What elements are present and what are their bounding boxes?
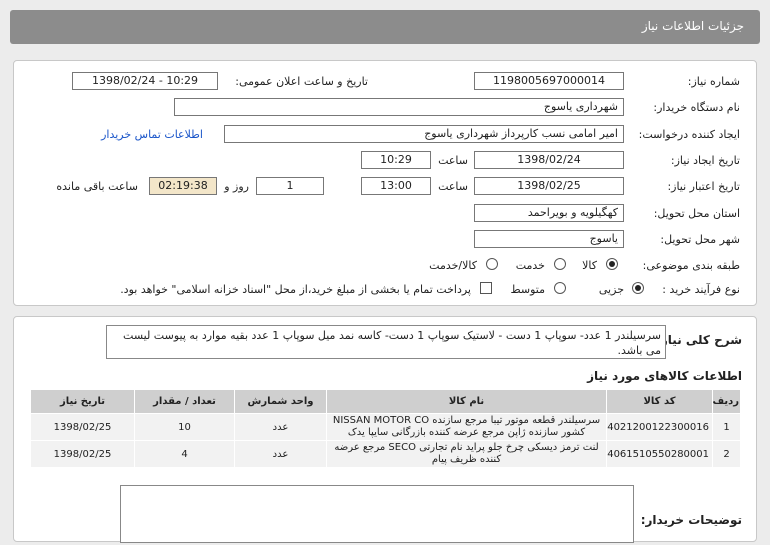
col-qty: تعداد / مقدار bbox=[134, 389, 235, 414]
summary-label: شرح کلی نیاز: bbox=[656, 333, 742, 347]
province-label: استان محل تحویل: bbox=[653, 207, 740, 220]
need-info-panel: شماره نیاز: 1198005697000014 تاریخ و ساع… bbox=[13, 60, 757, 306]
cell-unit: عدد bbox=[234, 440, 327, 468]
process-radio-minor[interactable] bbox=[632, 282, 644, 294]
col-row: ردیف bbox=[712, 389, 741, 414]
page-header: جزئیات اطلاعات نیاز bbox=[10, 10, 760, 44]
treasury-payment-checkbox[interactable] bbox=[480, 282, 492, 294]
created-time-field: 10:29 bbox=[361, 151, 431, 169]
cell-unit: عدد bbox=[234, 413, 327, 441]
goods-section-title: اطلاعات کالاهای مورد نیاز bbox=[587, 369, 742, 383]
col-name: نام کالا bbox=[326, 389, 607, 414]
page-title: جزئیات اطلاعات نیاز bbox=[641, 19, 744, 33]
category-option-service: خدمت bbox=[515, 259, 545, 272]
remaining-time-field: 02:19:38 bbox=[149, 177, 217, 195]
buyer-contact-link[interactable]: اطلاعات تماس خریدار bbox=[101, 128, 203, 141]
table-row: 2 4061510550280001 لنت ترمز دیسکی چرخ جل… bbox=[30, 440, 741, 468]
cell-code: 4021200122300016 bbox=[606, 413, 713, 441]
category-option-goods: کالا bbox=[582, 259, 597, 272]
validity-time-label: ساعت bbox=[438, 180, 468, 193]
validity-time-field: 13:00 bbox=[361, 177, 431, 195]
announce-field: 1398/02/24 - 10:29 bbox=[72, 72, 218, 90]
cell-name: لنت ترمز دیسکی چرخ جلو پراید نام تجارتی … bbox=[326, 440, 607, 468]
category-radio-service[interactable] bbox=[554, 258, 566, 270]
cell-qty: 4 bbox=[134, 440, 235, 468]
cell-qty: 10 bbox=[134, 413, 235, 441]
need-number-field: 1198005697000014 bbox=[474, 72, 624, 90]
requester-field: امیر امامی نسب کارپرداز شهرداری یاسوج bbox=[224, 125, 624, 143]
validity-date-label: تاریخ اعتبار نیاز: bbox=[667, 180, 740, 193]
treasury-payment-note: پرداخت تمام یا بخشی از مبلغ خرید،از محل … bbox=[120, 283, 471, 296]
cell-name: سرسیلندر قطعه موتور تیبا مرجع سازنده NIS… bbox=[326, 413, 607, 441]
requester-label: ایجاد کننده درخواست: bbox=[638, 128, 740, 141]
province-field: کهگیلویه و بویراحمد bbox=[474, 204, 624, 222]
col-unit: واحد شمارش bbox=[234, 389, 327, 414]
created-time-label: ساعت bbox=[438, 154, 468, 167]
cell-date: 1398/02/25 bbox=[30, 413, 135, 441]
table-row: 1 4021200122300016 سرسیلندر قطعه موتور ت… bbox=[30, 413, 741, 441]
cell-row: 1 bbox=[712, 413, 741, 441]
category-radio-goods-service[interactable] bbox=[486, 258, 498, 270]
process-option-medium: متوسط bbox=[510, 283, 545, 296]
validity-date-field: 1398/02/25 bbox=[474, 177, 624, 195]
process-radio-medium[interactable] bbox=[554, 282, 566, 294]
remaining-time-label: ساعت باقی مانده bbox=[56, 180, 138, 193]
created-date-field: 1398/02/24 bbox=[474, 151, 624, 169]
remaining-days-field: 1 bbox=[256, 177, 324, 195]
buyer-notes-field[interactable] bbox=[120, 485, 634, 543]
cell-code: 4061510550280001 bbox=[606, 440, 713, 468]
remaining-days-label: روز و bbox=[224, 180, 249, 193]
buyer-notes-label: توضیحات خریدار: bbox=[640, 513, 742, 527]
summary-text: سرسیلندر 1 عدد- سوپاپ 1 دست - لاستیک سوپ… bbox=[106, 325, 666, 359]
cell-date: 1398/02/25 bbox=[30, 440, 135, 468]
buyer-field: شهرداری یاسوج bbox=[174, 98, 624, 116]
announce-label: تاریخ و ساعت اعلان عمومی: bbox=[235, 75, 368, 88]
goods-table: ردیف کد کالا نام کالا واحد شمارش تعداد /… bbox=[30, 389, 741, 468]
process-label: نوع فرآیند خرید : bbox=[662, 283, 740, 296]
category-label: طبقه بندی موضوعی: bbox=[642, 259, 740, 272]
category-option-goods-service: کالا/خدمت bbox=[429, 259, 477, 272]
need-number-label: شماره نیاز: bbox=[687, 75, 740, 88]
need-details-panel: شرح کلی نیاز: سرسیلندر 1 عدد- سوپاپ 1 دس… bbox=[13, 316, 757, 543]
buyer-label: نام دستگاه خریدار: bbox=[653, 101, 740, 114]
city-field: یاسوج bbox=[474, 230, 624, 248]
col-date: تاریخ نیاز bbox=[30, 389, 135, 414]
city-label: شهر محل تحویل: bbox=[660, 233, 740, 246]
process-option-minor: جزیی bbox=[598, 283, 624, 296]
category-radio-goods[interactable] bbox=[606, 258, 618, 270]
goods-table-header: ردیف کد کالا نام کالا واحد شمارش تعداد /… bbox=[30, 389, 741, 414]
created-date-label: تاریخ ایجاد نیاز: bbox=[670, 154, 740, 167]
col-code: کد کالا bbox=[606, 389, 713, 414]
cell-row: 2 bbox=[712, 440, 741, 468]
